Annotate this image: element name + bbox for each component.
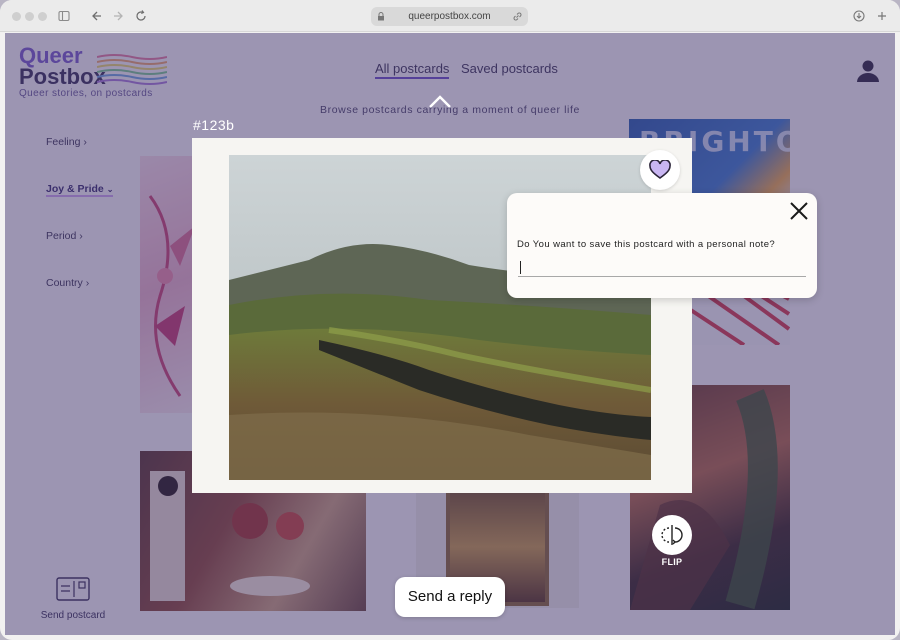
- window-zoom-dot[interactable]: [38, 12, 47, 21]
- window-close-dot[interactable]: [12, 12, 21, 21]
- text-caret: [520, 261, 521, 274]
- window-minimize-dot[interactable]: [25, 12, 34, 21]
- postcard-id: #123b: [193, 117, 235, 133]
- flip-label: FLIP: [661, 557, 683, 567]
- heart-icon: [649, 160, 671, 179]
- new-tab-icon[interactable]: [876, 10, 888, 22]
- save-note-popup: Do You want to save this postcard with a…: [507, 193, 817, 298]
- sidebar-icon[interactable]: [58, 10, 70, 22]
- address-bar[interactable]: queerpostbox.com: [371, 7, 528, 26]
- close-icon[interactable]: [788, 200, 810, 222]
- lock-icon: [378, 12, 384, 21]
- url-text: queerpostbox.com: [408, 11, 491, 22]
- flip-icon: [661, 525, 683, 545]
- send-reply-button[interactable]: Send a reply: [395, 577, 505, 617]
- link-icon[interactable]: [513, 12, 522, 21]
- chevron-up-icon[interactable]: [428, 95, 452, 109]
- save-heart-button[interactable]: [640, 150, 680, 190]
- forward-icon[interactable]: [113, 10, 125, 22]
- note-question: Do You want to save this postcard with a…: [517, 239, 776, 250]
- browser-window: queerpostbox.com Queer Postbox Queer sto…: [0, 0, 900, 640]
- reload-icon[interactable]: [135, 10, 147, 22]
- postcard-front: [192, 138, 692, 493]
- personal-note-input[interactable]: [518, 257, 806, 277]
- download-icon[interactable]: [853, 10, 865, 22]
- browser-toolbar: queerpostbox.com: [0, 0, 900, 32]
- flip-button[interactable]: [652, 515, 692, 555]
- back-icon[interactable]: [90, 10, 102, 22]
